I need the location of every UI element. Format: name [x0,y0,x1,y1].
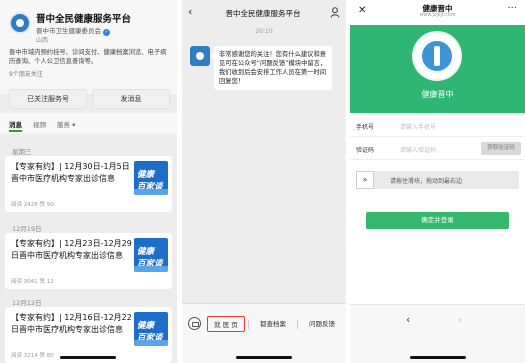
close-icon[interactable]: ✕ [358,5,366,16]
post-thumbnail: 健康 百家谈 [134,161,168,195]
more-icon[interactable]: ··· [507,3,517,14]
menu-separator [248,320,249,329]
profile-header: 晋中全民健康服务平台 晋中市卫生健康委员会 ✓ 山西 晋中市域内预约挂号、诊间支付… [0,0,177,94]
send-message-button[interactable]: 发消息 [92,89,170,109]
post-meta: 阅读 3041 赞 12 [11,279,54,285]
home-indicator [410,356,466,359]
account-profile-screen: 晋中全民健康服务平台 晋中市卫生健康委员会 ✓ 山西 晋中市域内预约挂号、诊间支付… [0,0,177,363]
code-label: 验证码 [356,147,375,154]
slider-handle[interactable]: » [356,171,374,189]
webview-header: ✕ 健康晋中 www.jzjkjt.com ··· [350,0,525,24]
keyboard-icon[interactable] [188,317,201,330]
post-title: 【专家有约】| 12月16日-12月22日晋中市医疗机构专家出诊信息 [11,313,132,334]
account-description: 晋中市域内预约挂号、诊间支付、健康档案浏览、电子病历查询、个人公卫信息查询等。 [9,49,167,65]
thumbnail-text: 健康 [137,170,155,180]
thumbnail-stripe [134,340,168,346]
chat-header: ‹ 晋中全民健康服务平台 [182,0,346,26]
back-icon[interactable]: ‹ [188,5,192,18]
nav-forward-icon[interactable]: › [458,313,462,326]
post-card[interactable]: 【专家有约】| 12月23日-12月29日晋中市医疗机构专家出诊信息 阅读 30… [5,233,172,289]
tab-services[interactable]: 服务 ▾ [57,119,75,129]
account-logo-icon [9,12,31,34]
followed-button[interactable]: 已关注服务号 [9,89,87,109]
phone-label: 手机号 [356,124,375,131]
menu-item-records[interactable]: 都查档案 [252,316,294,332]
nav-back-icon[interactable]: ‹ [406,313,410,326]
hero-title: 健康晋中 [421,90,454,99]
get-code-button[interactable]: 获取验证码 [481,142,521,155]
post-meta: 阅读 2428 赞 90 [11,202,54,208]
login-button[interactable]: 确定并登录 [366,212,509,229]
menu-separator [297,320,298,329]
post-card[interactable]: 【专家有约】| 12月16日-12月22日晋中市医疗机构专家出诊信息 阅读 32… [5,307,172,363]
profile-tabs: 消息 视频 服务 ▾ [0,113,177,133]
post-meta: 阅读 3214 赞 80 [11,353,54,359]
home-indicator [60,356,116,359]
emblem-inner [420,39,454,73]
phone-row: 手机号 请输入手机号 [350,115,525,137]
page-url: www.jzjkjt.com [419,13,456,18]
slider-hint: 请按住滑块，拖动到最右边 [390,178,463,185]
post-date: 星期三 [12,148,32,156]
verified-icon: ✓ [103,29,110,36]
menu-item-home[interactable]: 就 医 页 [207,316,245,332]
tab-videos[interactable]: 视频 [33,119,46,129]
chat-menu-bar: 就 医 页 都查档案 问题反馈 [182,303,346,363]
person-icon[interactable] [330,7,340,18]
sender-avatar [190,46,210,66]
post-date: 12月19日 [12,225,42,233]
phone-input[interactable]: 请输入手机号 [400,122,436,131]
post-title: 【专家有约】| 12月23日-12月29日晋中市医疗机构专家出诊信息 [11,239,132,260]
account-name: 晋中全民健康服务平台 [36,14,132,25]
tab-messages[interactable]: 消息 [9,119,22,129]
chat-screen: ‹ 晋中全民健康服务平台 20:10 非常感谢您的关注！您有什么建议和意见可在公… [182,0,346,363]
webview-nav-bar: ‹ › [350,304,525,363]
code-input[interactable]: 请输入验证码 [400,145,436,154]
active-tab-indicator [9,130,22,132]
code-row: 验证码 请输入验证码 获取验证码 [350,138,525,160]
post-thumbnail: 健康 百家谈 [134,238,168,272]
chat-title: 晋中全民健康服务平台 [225,9,301,18]
thumbnail-stripe [134,189,168,195]
thumbnail-text: 健康 [137,321,155,331]
message-timestamp: 20:10 [255,28,273,35]
thumbnail-text: 健康 [137,247,155,257]
hero-banner: 健康晋中 [350,25,525,113]
health-emblem-icon [412,31,462,81]
welcome-message: 非常感谢您的关注！您有什么建议和意见可在公众号“问题反馈”模块中留言，我们收到后… [210,46,332,90]
friends-followed[interactable]: 9个朋友关注 [9,69,43,78]
home-indicator [236,356,292,359]
post-thumbnail: 健康 百家谈 [134,312,168,346]
account-region: 山西 [36,37,49,44]
slider-captcha[interactable]: » 请按住滑块，拖动到最右边 [356,171,519,189]
menu-item-feedback[interactable]: 问题反馈 [300,316,344,332]
post-card[interactable]: 【专家有约】| 12月30日-1月5日晋中市医疗机构专家出诊信息 阅读 2428… [5,156,172,212]
post-title: 【专家有约】| 12月30日-1月5日晋中市医疗机构专家出诊信息 [11,162,130,183]
post-date: 12月12日 [12,299,42,307]
thumbnail-stripe [134,266,168,272]
login-screen: ✕ 健康晋中 www.jzjkjt.com ··· 健康晋中 手机号 请输入手机… [350,0,525,363]
